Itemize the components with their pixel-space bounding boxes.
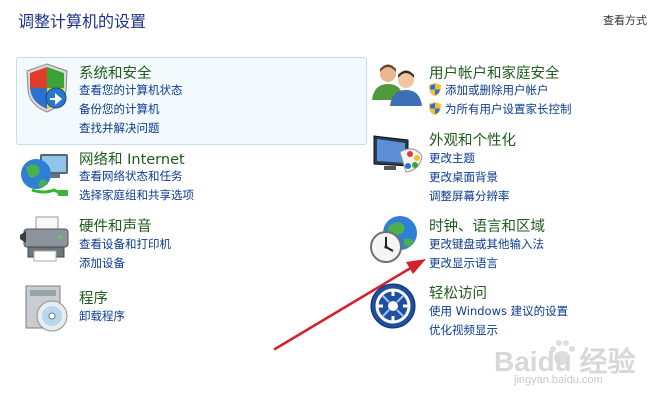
uac-shield-icon [429,83,441,96]
link-add-device[interactable]: 添加设备 [79,255,125,271]
link-windows-suggested-settings[interactable]: 使用 Windows 建议的设置 [429,303,568,319]
link-homegroup-sharing[interactable]: 选择家庭组和共享选项 [79,187,194,203]
link-troubleshoot[interactable]: 查找并解决问题 [79,120,160,136]
link-backup-computer[interactable]: 备份您的计算机 [79,101,160,117]
network-globe-icon [21,154,68,196]
monitor-palette-icon [373,135,423,173]
category-hardware-sound-title[interactable]: 硬件和声音 [79,215,152,236]
category-clock-language-region-title[interactable]: 时钟、语言和区域 [429,215,545,236]
category-programs-title[interactable]: 程序 [79,287,108,308]
category-appearance-title[interactable]: 外观和个性化 [429,129,516,150]
link-change-input-method[interactable]: 更改键盘或其他输入法 [429,236,544,252]
programs-disc-icon [25,285,68,332]
link-change-theme[interactable]: 更改主题 [429,150,475,166]
users-icon [372,64,422,106]
link-add-remove-accounts[interactable]: 添加或删除用户帐户 [445,82,549,98]
category-system-security-title[interactable]: 系统和安全 [79,62,152,83]
printer-icon [20,216,69,262]
shield-icon [26,63,68,113]
link-change-desktop-background[interactable]: 更改桌面背景 [429,169,498,185]
uac-shield-icon [429,102,441,115]
link-adjust-resolution[interactable]: 调整屏幕分辨率 [429,188,510,204]
link-devices-printers[interactable]: 查看设备和打印机 [79,236,171,252]
link-optimize-video-display[interactable]: 优化视频显示 [429,322,498,338]
baidu-watermark-url: jingyan.baidu.com [514,374,603,386]
clock-globe-icon [370,216,417,263]
page-title: 调整计算机的设置 [18,12,147,31]
ease-of-access-icon [370,283,416,329]
link-change-display-language[interactable]: 更改显示语言 [429,255,498,271]
category-user-accounts-title[interactable]: 用户帐户和家庭安全 [429,62,560,83]
category-network-title[interactable]: 网络和 Internet [79,148,185,169]
category-ease-of-access-title[interactable]: 轻松访问 [429,282,487,303]
link-uninstall-program[interactable]: 卸载程序 [79,308,125,324]
link-view-computer-status[interactable]: 查看您的计算机状态 [79,82,183,98]
view-by-label[interactable]: 查看方式 [603,12,647,28]
link-parental-controls[interactable]: 为所有用户设置家长控制 [445,101,572,117]
link-view-network-status[interactable]: 查看网络状态和任务 [79,168,183,184]
